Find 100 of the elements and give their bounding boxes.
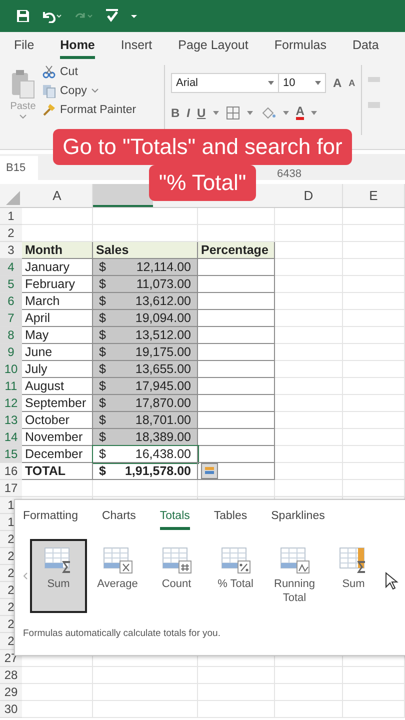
- italic-button[interactable]: I: [186, 106, 190, 120]
- row-header[interactable]: 29: [0, 684, 22, 701]
- panel-tab[interactable]: Totals: [160, 510, 190, 530]
- row-header[interactable]: 3: [0, 242, 22, 259]
- grid-cell: [275, 701, 343, 718]
- scissors-icon: [42, 65, 56, 79]
- ribbon-tab[interactable]: Data: [352, 34, 379, 58]
- panel-tab[interactable]: Tables: [214, 510, 248, 530]
- ribbon-tab[interactable]: Formulas: [274, 34, 326, 58]
- row-header[interactable]: 2: [0, 225, 22, 242]
- totals-option[interactable]: % Total: [207, 539, 264, 613]
- ribbon-tab[interactable]: Page Layout: [178, 34, 248, 58]
- ribbon-tab[interactable]: File: [14, 34, 34, 58]
- cut-button[interactable]: Cut: [42, 65, 136, 79]
- grid-cell: [22, 684, 93, 701]
- fill-color-icon[interactable]: [260, 106, 276, 120]
- amount-text: 18,389.00: [135, 430, 191, 444]
- cut-label: Cut: [60, 66, 78, 78]
- formula-field[interactable]: 6438: [274, 168, 304, 180]
- save-icon[interactable]: [16, 9, 30, 23]
- grid-cell: [343, 480, 405, 497]
- name-box[interactable]: B15: [0, 156, 38, 180]
- amount-text: 13,612.00: [135, 294, 191, 308]
- row-header[interactable]: 13: [0, 412, 22, 429]
- row-header[interactable]: 8: [0, 327, 22, 344]
- row-header[interactable]: 17: [0, 480, 22, 497]
- font-name-dropdown[interactable]: Arial: [171, 73, 279, 93]
- panel-tab[interactable]: Sparklines: [271, 510, 325, 530]
- grid-cell: [343, 463, 405, 480]
- amount-text: 17,870.00: [135, 396, 191, 410]
- grid-cell: [343, 225, 405, 242]
- row-header[interactable]: 5: [0, 276, 22, 293]
- grid-cell: [343, 701, 405, 718]
- totals-option[interactable]: Average: [89, 539, 146, 613]
- grid-cell: [343, 446, 405, 463]
- grid-cell: [275, 259, 343, 276]
- copy-button[interactable]: Copy: [42, 84, 136, 98]
- column-header[interactable]: D: [275, 184, 343, 207]
- font-size-dropdown[interactable]: 10: [278, 73, 326, 93]
- row-header[interactable]: 28: [0, 667, 22, 684]
- row-header[interactable]: 30: [0, 701, 22, 718]
- caret-icon[interactable]: [246, 110, 253, 114]
- amount-text: 13,512.00: [135, 328, 191, 342]
- chevron-left-icon[interactable]: [23, 572, 28, 580]
- caret-icon[interactable]: [311, 110, 318, 114]
- row-header[interactable]: 11: [0, 378, 22, 395]
- underline-button[interactable]: U: [197, 106, 206, 120]
- paintbrush-icon: [42, 103, 56, 117]
- clipboard-icon: [10, 69, 36, 99]
- cursor-icon: [385, 572, 399, 590]
- caret-icon[interactable]: [282, 110, 289, 114]
- grid-cell: [343, 412, 405, 429]
- caret-icon[interactable]: [212, 110, 219, 114]
- undo-icon[interactable]: [40, 9, 62, 23]
- grid-cell: [275, 378, 343, 395]
- panel-tab[interactable]: Formatting: [23, 510, 78, 530]
- copy-icon: [42, 84, 56, 98]
- grid-cell: [343, 259, 405, 276]
- grid-cell: [275, 293, 343, 310]
- row-header[interactable]: 4: [0, 259, 22, 276]
- amount-text: 17,945.00: [135, 379, 191, 393]
- row-header[interactable]: 15: [0, 446, 22, 463]
- row-header[interactable]: 7: [0, 310, 22, 327]
- table-formula-icon: [280, 547, 310, 574]
- totals-option[interactable]: Running Total: [266, 539, 323, 613]
- totals-option[interactable]: Sum: [30, 539, 87, 613]
- quick-analysis-icon[interactable]: [201, 463, 218, 479]
- grid-cell: [343, 429, 405, 446]
- ribbon-tab[interactable]: Insert: [120, 34, 152, 58]
- decrease-font-button[interactable]: A: [348, 78, 356, 88]
- row-header[interactable]: 1: [0, 208, 22, 225]
- caret-icon[interactable]: [130, 12, 138, 20]
- grid-cell: [22, 667, 93, 684]
- font-size-value: 10: [283, 77, 296, 89]
- currency-symbol: $: [99, 294, 106, 308]
- borders-icon[interactable]: [226, 106, 240, 120]
- format-painter-button[interactable]: Format Painter: [42, 103, 136, 117]
- row-header[interactable]: 16: [0, 463, 22, 480]
- caption-text: "% Total": [148, 165, 256, 201]
- grid-cell: [275, 446, 343, 463]
- column-header[interactable]: E: [343, 184, 405, 207]
- font-color-button[interactable]: A: [296, 105, 304, 120]
- grid-cell: [343, 310, 405, 327]
- row-header[interactable]: 9: [0, 344, 22, 361]
- row-header[interactable]: 10: [0, 361, 22, 378]
- totals-option[interactable]: Count: [148, 539, 205, 613]
- checklist-icon[interactable]: [104, 8, 120, 24]
- row-header[interactable]: 12: [0, 395, 22, 412]
- bold-button[interactable]: B: [171, 106, 180, 120]
- currency-symbol: $: [99, 447, 106, 461]
- row-header[interactable]: 6: [0, 293, 22, 310]
- amount-text: 12,114.00: [136, 260, 191, 274]
- increase-font-button[interactable]: A: [333, 76, 342, 90]
- row-header[interactable]: 14: [0, 429, 22, 446]
- grid-cell: [343, 344, 405, 361]
- caret-icon: [268, 81, 274, 85]
- totals-option[interactable]: Sum: [325, 539, 382, 613]
- column-header[interactable]: [93, 184, 153, 207]
- panel-tab[interactable]: Charts: [102, 510, 136, 530]
- select-all-icon[interactable]: [6, 191, 20, 205]
